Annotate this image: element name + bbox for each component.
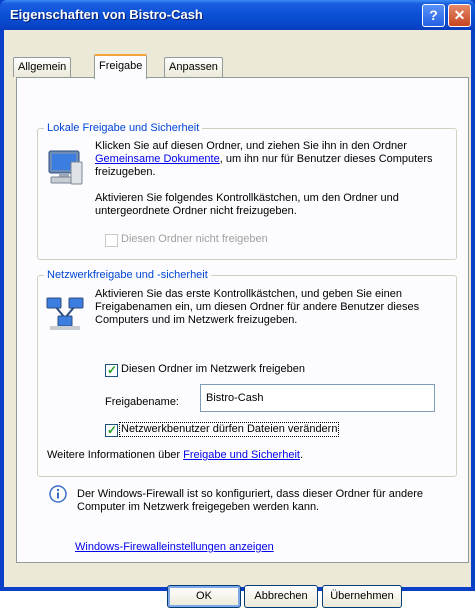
ok-button[interactable]: OK xyxy=(167,585,241,608)
firewall-settings-link[interactable]: Windows-Firewalleinstellungen anzeigen xyxy=(75,541,274,554)
apply-button[interactable]: Übernehmen xyxy=(322,585,402,608)
allow-write-label: Netzwerkbenutzer dürfen Dateien veränder… xyxy=(119,422,340,437)
check-icon: ✓ xyxy=(107,423,118,437)
info-icon xyxy=(49,485,67,503)
local-intro: Klicken Sie auf diesen Ordner, und ziehe… xyxy=(95,140,449,179)
dialog-client: Allgemein Freigabe Anpassen Lokale Freig… xyxy=(4,30,471,608)
network-icon xyxy=(46,297,84,330)
local-sharing-legend: Lokale Freigabe und Sicherheit xyxy=(44,122,203,134)
properties-window: Eigenschaften von Bistro-Cash ? ✕ Allgem… xyxy=(0,0,475,608)
do-not-share-checkbox[interactable] xyxy=(105,234,118,247)
firewall-info: Der Windows-Firewall ist so konfiguriert… xyxy=(77,488,424,513)
local-p2: Aktivieren Sie folgendes Kontrollkästche… xyxy=(95,192,399,217)
more-info-post: . xyxy=(299,449,304,461)
share-name-label: Freigabename: xyxy=(105,396,179,408)
allow-write-checkbox[interactable]: ✓ xyxy=(105,423,118,437)
title-bar[interactable]: Eigenschaften von Bistro-Cash ? ✕ xyxy=(0,0,475,30)
sharing-security-link[interactable]: Freigabe und Sicherheit xyxy=(183,449,300,461)
share-folder-checkbox[interactable]: ✓ xyxy=(105,363,118,377)
local-p1-pre: Klicken Sie auf diesen Ordner, und ziehe… xyxy=(95,140,407,152)
tab-panel: Lokale Freigabe und Sicherheit Klicken S… xyxy=(16,77,469,563)
tab-allgemein[interactable]: Allgemein xyxy=(13,57,72,77)
share-folder-label: Diesen Ordner im Netzwerk freigeben xyxy=(121,363,306,375)
share-name-input[interactable]: Bistro-Cash xyxy=(200,384,435,412)
cancel-button[interactable]: Abbrechen xyxy=(244,585,318,608)
computer-icon xyxy=(48,150,83,185)
check-icon: ✓ xyxy=(107,363,118,377)
shared-documents-link[interactable]: Gemeinsame Dokumente xyxy=(95,153,220,165)
tab-anpassen[interactable]: Anpassen xyxy=(164,57,223,77)
network-sharing-legend: Netzwerkfreigabe und -sicherheit xyxy=(44,269,211,281)
tab-freigabe[interactable]: Freigabe xyxy=(94,54,148,79)
more-info-pre: Weitere Informationen über xyxy=(47,449,184,461)
do-not-share-label: Diesen Ordner nicht freigeben xyxy=(121,233,268,245)
window-title: Eigenschaften von Bistro-Cash xyxy=(10,7,203,22)
more-info-line: Weitere Informationen über Freigabe und … xyxy=(47,449,303,462)
close-button[interactable]: ✕ xyxy=(448,4,471,27)
help-button[interactable]: ? xyxy=(422,4,445,27)
network-intro: Aktivieren Sie das erste Kontrollkästche… xyxy=(95,288,420,326)
